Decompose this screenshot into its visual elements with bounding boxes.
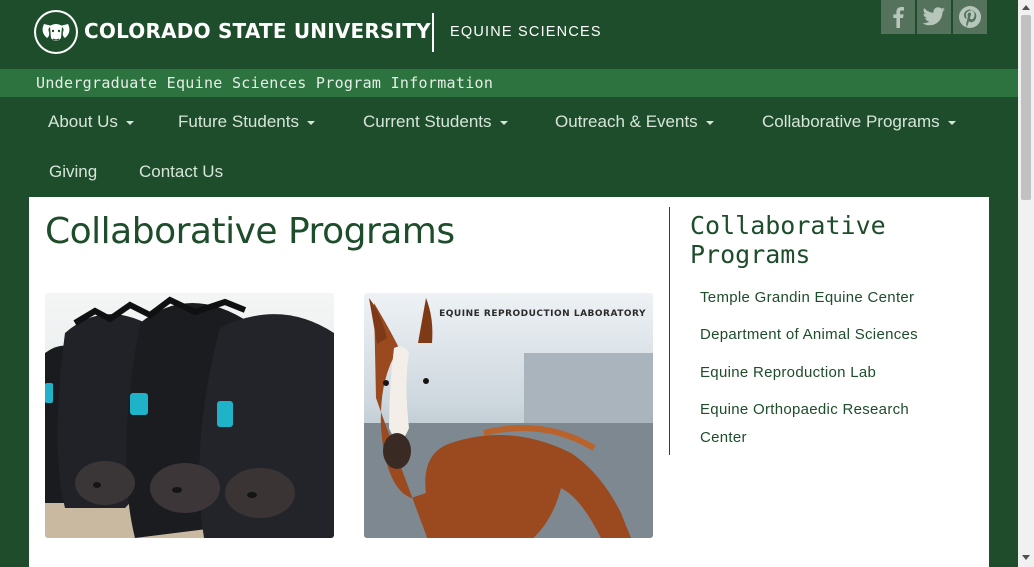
sidebar-divider	[669, 207, 670, 455]
nav-label: Contact Us	[139, 162, 224, 181]
scroll-down-arrow-icon[interactable]	[1022, 555, 1030, 560]
caret-down-icon	[947, 120, 956, 125]
nav-future-students[interactable]: Future Students	[178, 112, 315, 132]
nav-about-us[interactable]: About Us	[48, 112, 134, 132]
sidebar-heading: Collaborative Programs	[690, 211, 886, 269]
nav-outreach-events[interactable]: Outreach & Events	[555, 112, 714, 132]
scroll-up-arrow-icon[interactable]	[1022, 5, 1030, 10]
nav-label: Outreach & Events	[555, 112, 698, 131]
university-name[interactable]: COLORADO STATE UNIVERSITY	[84, 19, 431, 43]
sidebar-link-animal-sciences[interactable]: Department of Animal Sciences	[700, 321, 950, 349]
caret-down-icon	[306, 120, 315, 125]
sidebar-link-orthopaedic-center[interactable]: Equine Orthopaedic Research Center	[700, 396, 940, 452]
foal-photo[interactable]: EQUINE REPRODUCTION LABORATORY	[364, 293, 653, 538]
nav-collaborative-programs[interactable]: Collaborative Programs	[762, 112, 956, 132]
page-title: Collaborative Programs	[45, 211, 455, 252]
caret-down-icon	[705, 120, 714, 125]
nav-giving[interactable]: Giving	[49, 162, 97, 182]
twitter-icon[interactable]	[917, 0, 951, 34]
nav-current-students[interactable]: Current Students	[363, 112, 508, 132]
facebook-icon[interactable]	[881, 0, 915, 34]
caret-down-icon	[499, 120, 508, 125]
site-header: COLORADO STATE UNIVERSITY EQUINE SCIENCE…	[0, 0, 1018, 69]
nav-label: Current Students	[363, 112, 492, 131]
main-navigation: About Us Future Students Current Student…	[0, 97, 1018, 197]
nav-label: Giving	[49, 162, 98, 181]
sidebar-link-reproduction-lab[interactable]: Equine Reproduction Lab	[700, 359, 950, 387]
nav-label: About Us	[48, 112, 118, 131]
caret-down-icon	[125, 120, 134, 125]
cattle-photo[interactable]	[45, 293, 334, 538]
nav-contact-us[interactable]: Contact Us	[139, 162, 223, 182]
scrollbar-thumb[interactable]	[1021, 15, 1031, 200]
foal-photo-caption: EQUINE REPRODUCTION LABORATORY	[439, 309, 646, 319]
nav-label: Collaborative Programs	[762, 112, 940, 131]
pinterest-icon[interactable]	[953, 0, 987, 34]
program-tagline: Undergraduate Equine Sciences Program In…	[36, 74, 494, 92]
ram-head-logo-icon[interactable]	[34, 10, 78, 54]
tagline-bar: Undergraduate Equine Sciences Program In…	[0, 69, 1018, 97]
main-content: Collaborative Programs EQUINE REPRODUCTI…	[29, 197, 989, 567]
department-name[interactable]: EQUINE SCIENCES	[450, 24, 602, 40]
nav-label: Future Students	[178, 112, 299, 131]
header-divider	[432, 13, 434, 52]
sidebar-link-temple-grandin[interactable]: Temple Grandin Equine Center	[700, 284, 950, 312]
